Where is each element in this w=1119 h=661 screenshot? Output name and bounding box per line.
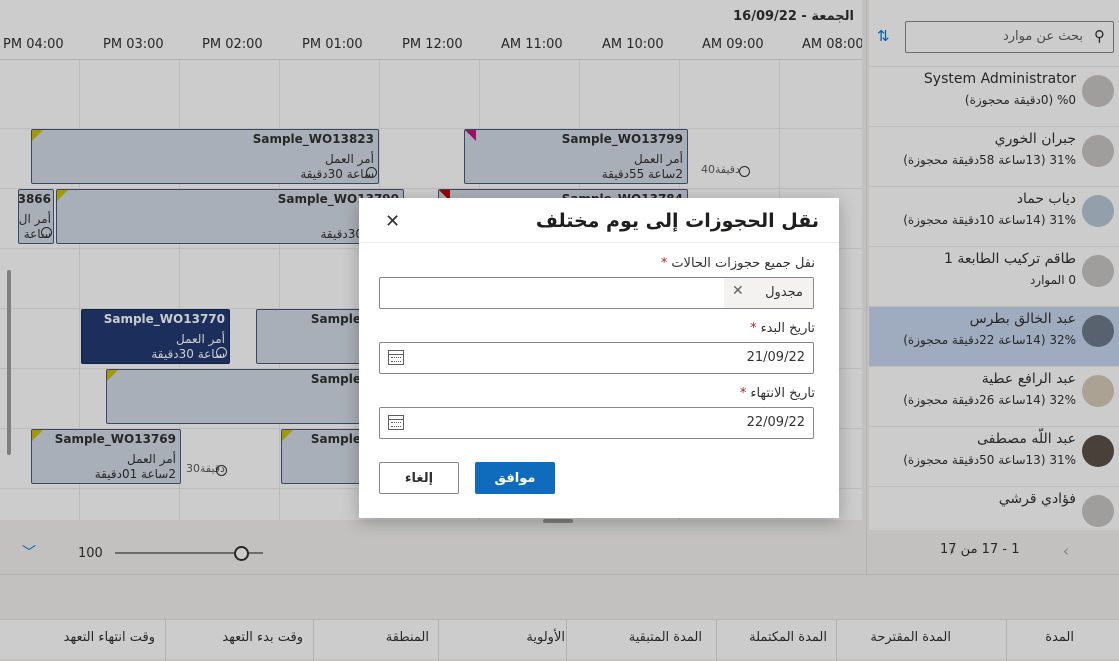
move-bookings-dialog: نقل الحجوزات إلى يوم مختلف ✕ نقل جميع حج…: [359, 198, 839, 518]
required-mark: *: [750, 321, 757, 336]
status-field-label: نقل جميع حجوزات الحالات*: [661, 256, 815, 271]
end-date-input[interactable]: 22/09/22: [379, 407, 814, 439]
remove-chip-icon[interactable]: ✕: [732, 283, 744, 299]
label-text: تاريخ البدء: [760, 321, 815, 336]
ok-button[interactable]: موافق: [475, 462, 555, 494]
start-date-input[interactable]: 21/09/22: [379, 342, 814, 374]
calendar-icon[interactable]: [388, 350, 404, 365]
status-chip: مجدول ✕: [724, 278, 813, 308]
label-text: نقل جميع حجوزات الحالات: [671, 256, 815, 271]
status-multiselect[interactable]: مجدول ✕: [379, 277, 814, 309]
end-date-label: تاريخ الانتهاء*: [740, 386, 815, 401]
dialog-title: نقل الحجوزات إلى يوم مختلف: [535, 210, 819, 232]
end-date-value: 22/09/22: [746, 415, 805, 430]
start-date-value: 21/09/22: [746, 350, 805, 365]
start-date-label: تاريخ البدء*: [750, 321, 815, 336]
required-mark: *: [739, 386, 747, 401]
close-icon[interactable]: ✕: [385, 211, 400, 232]
cancel-button[interactable]: إلغاء: [379, 462, 459, 494]
required-mark: *: [660, 256, 668, 271]
label-text: تاريخ الانتهاء: [750, 386, 815, 401]
chip-label: مجدول: [765, 285, 803, 300]
divider: [359, 242, 839, 243]
calendar-icon[interactable]: [388, 415, 404, 430]
